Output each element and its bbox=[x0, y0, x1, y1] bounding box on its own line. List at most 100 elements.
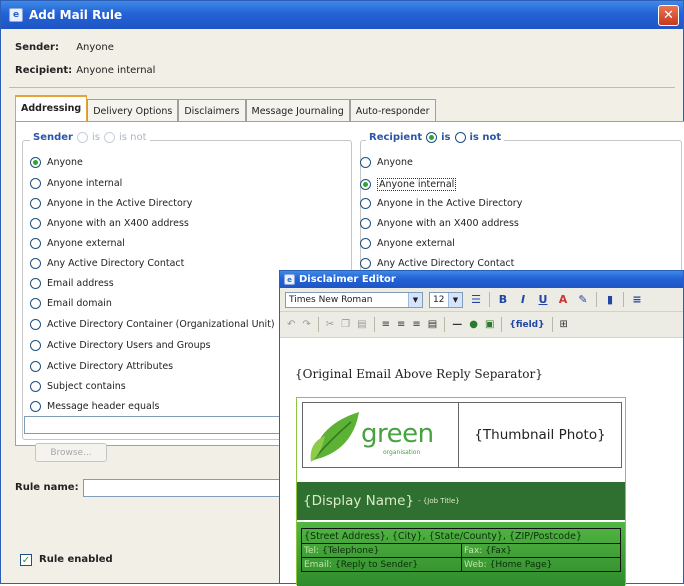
align-left-icon[interactable]: ≡ bbox=[382, 319, 390, 330]
font-select[interactable]: Times New Roman ▼ bbox=[285, 291, 423, 308]
browse-button[interactable]: Browse... bbox=[35, 443, 107, 462]
italic-icon[interactable]: I bbox=[516, 293, 530, 306]
bold-icon[interactable]: B bbox=[496, 293, 510, 306]
contact-block: {Street Address}, {City}, {State/County}… bbox=[297, 522, 625, 586]
close-button[interactable]: ✕ bbox=[658, 5, 679, 26]
radio-button[interactable] bbox=[30, 401, 41, 412]
editor-title-bar[interactable]: e Disclaimer Editor bbox=[280, 271, 683, 288]
highlight-icon[interactable]: ✎ bbox=[576, 293, 590, 306]
radio-button[interactable] bbox=[360, 258, 371, 269]
radio-button[interactable] bbox=[30, 178, 41, 189]
tab-addressing[interactable]: Addressing bbox=[15, 95, 88, 121]
horizontal-rule-icon[interactable]: — bbox=[452, 319, 462, 330]
insert-field-button[interactable]: {field} bbox=[509, 320, 544, 330]
option-label: Active Directory Attributes bbox=[47, 361, 174, 372]
radio-button[interactable] bbox=[360, 157, 371, 168]
radio-button[interactable] bbox=[30, 340, 41, 351]
option-label: Anyone in the Active Directory bbox=[377, 198, 523, 209]
radio-button[interactable] bbox=[30, 361, 41, 372]
recipient-option[interactable]: Anyone bbox=[360, 157, 413, 168]
radio-button[interactable] bbox=[30, 198, 41, 209]
radio-button[interactable] bbox=[30, 278, 41, 289]
recipient-option[interactable]: Anyone internal bbox=[360, 178, 457, 191]
contact-row: Email: {Reply to Sender} Web: {Home Page} bbox=[301, 558, 621, 572]
radio-button[interactable] bbox=[30, 381, 41, 392]
rule-enabled-label: Rule enabled bbox=[39, 554, 113, 565]
align-right-icon[interactable]: ≡ bbox=[412, 319, 420, 330]
chevron-down-icon[interactable]: ▼ bbox=[448, 292, 462, 307]
sender-option[interactable]: Anyone in the Active Directory bbox=[30, 198, 192, 209]
chevron-down-icon[interactable]: ▼ bbox=[408, 292, 422, 307]
option-label: Email address bbox=[47, 278, 114, 289]
header-divider bbox=[9, 87, 675, 88]
redo-icon[interactable]: ↷ bbox=[302, 319, 310, 330]
sender-option[interactable]: Subject contains bbox=[30, 381, 126, 392]
recipient-is-radio[interactable] bbox=[426, 132, 438, 143]
radio-button[interactable] bbox=[360, 218, 371, 229]
hyperlink-icon[interactable]: ● bbox=[469, 319, 478, 330]
radio-button[interactable] bbox=[30, 319, 41, 330]
sender-option[interactable]: Active Directory Attributes bbox=[30, 361, 173, 372]
font-color-icon[interactable]: A bbox=[556, 293, 570, 306]
radio-button[interactable] bbox=[360, 198, 371, 209]
border-icon[interactable]: ▮ bbox=[603, 293, 617, 306]
sender-option[interactable]: Anyone with an X400 address bbox=[30, 218, 189, 229]
tab-auto-responder[interactable]: Auto-responder bbox=[349, 99, 436, 121]
insert-image-icon[interactable]: ▣ bbox=[485, 319, 494, 330]
undo-icon[interactable]: ↶ bbox=[287, 319, 295, 330]
recipient-is-not-radio[interactable] bbox=[454, 132, 466, 143]
rule-name-input[interactable] bbox=[83, 479, 283, 497]
paste-icon[interactable]: ▤ bbox=[357, 319, 366, 330]
sender-option[interactable]: Anyone bbox=[30, 157, 83, 168]
justify-icon[interactable]: ▤ bbox=[428, 319, 437, 330]
option-label: Message header equals bbox=[47, 401, 160, 412]
recipient-option[interactable]: Anyone in the Active Directory bbox=[360, 198, 522, 209]
editor-title: Disclaimer Editor bbox=[299, 274, 396, 285]
web-value: {Home Page} bbox=[489, 559, 553, 570]
sender-option[interactable]: Email address bbox=[30, 278, 114, 289]
sender-option[interactable]: Anyone external bbox=[30, 238, 125, 249]
option-label: Active Directory Container (Organization… bbox=[47, 319, 275, 330]
contact-row: Tel: {Telephone} Fax: {Fax} bbox=[301, 544, 621, 558]
sender-option[interactable]: Any Active Directory Contact bbox=[30, 258, 184, 269]
sender-option[interactable]: Message header equals bbox=[30, 401, 159, 412]
underline-icon[interactable]: U bbox=[536, 293, 550, 306]
table-icon[interactable]: ⊞ bbox=[560, 319, 568, 330]
tab-message-journaling[interactable]: Message Journaling bbox=[245, 99, 350, 121]
radio-button[interactable] bbox=[30, 218, 41, 229]
tab-disclaimers[interactable]: Disclaimers bbox=[178, 99, 246, 121]
tab-delivery-options[interactable]: Delivery Options bbox=[87, 99, 179, 121]
list-icon[interactable]: ≡ bbox=[630, 293, 644, 306]
radio-button[interactable] bbox=[360, 238, 371, 249]
copy-icon[interactable]: ❐ bbox=[341, 319, 350, 330]
radio-button[interactable] bbox=[30, 157, 41, 168]
sender-is-radio[interactable] bbox=[76, 132, 88, 143]
radio-button[interactable] bbox=[30, 258, 41, 269]
paragraph-icon[interactable]: ☰ bbox=[469, 293, 483, 306]
sender-option[interactable]: Active Directory Container (Organization… bbox=[30, 319, 275, 330]
sender-option[interactable]: Anyone internal bbox=[30, 178, 122, 189]
sender-is-not-radio[interactable] bbox=[103, 132, 115, 143]
logo-wordmark: green bbox=[361, 419, 434, 449]
recipient-label: Recipient: bbox=[15, 65, 73, 76]
radio-button[interactable] bbox=[360, 179, 371, 190]
email-value: {Reply to Sender} bbox=[335, 559, 419, 570]
thumbnail-cell: {Thumbnail Photo} bbox=[459, 402, 622, 468]
rule-enabled-checkbox[interactable]: ✓ bbox=[20, 554, 32, 566]
recipient-option[interactable]: Anyone with an X400 address bbox=[360, 218, 519, 229]
radio-button[interactable] bbox=[30, 298, 41, 309]
font-size-select[interactable]: 12 ▼ bbox=[429, 291, 463, 308]
option-label: Active Directory Users and Groups bbox=[47, 340, 211, 351]
recipient-option[interactable]: Any Active Directory Contact bbox=[360, 258, 514, 269]
title-bar[interactable]: e Add Mail Rule ✕ bbox=[1, 1, 683, 29]
recipient-option[interactable]: Anyone external bbox=[360, 238, 455, 249]
sender-option[interactable]: Email domain bbox=[30, 298, 112, 309]
font-value: Times New Roman bbox=[289, 294, 373, 305]
option-label: Anyone bbox=[377, 157, 413, 168]
cut-icon[interactable]: ✂ bbox=[326, 319, 334, 330]
align-center-icon[interactable]: ≡ bbox=[397, 319, 405, 330]
sender-option[interactable]: Active Directory Users and Groups bbox=[30, 340, 211, 351]
option-label: Any Active Directory Contact bbox=[47, 258, 185, 269]
option-label: Anyone external bbox=[377, 238, 455, 249]
radio-button[interactable] bbox=[30, 238, 41, 249]
